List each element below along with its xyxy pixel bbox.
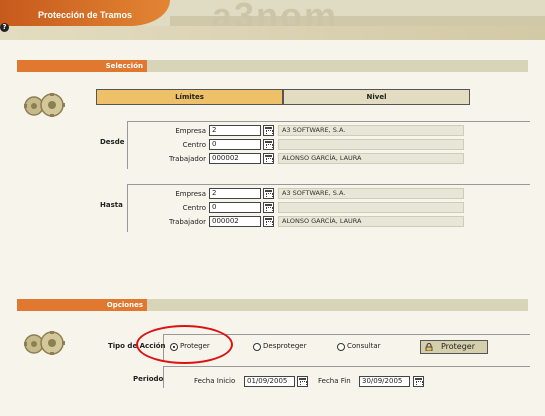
section-title-opciones: Opciones [17, 299, 147, 311]
highlight-oval [136, 325, 233, 364]
question-icon[interactable]: ? [0, 23, 9, 32]
fecha-fin-label: Fecha Fin [318, 377, 351, 385]
proteger-button-label: Proteger [440, 342, 475, 351]
app-header: a3nom Protección de Tramos [0, 0, 545, 26]
hasta-empresa-desc: A3 SOFTWARE, S.A. [278, 188, 464, 199]
radio-consultar-label[interactable]: Consultar [347, 342, 381, 351]
hasta-trabajador-desc: ALONSO GARCÍA, LAURA [278, 216, 464, 227]
empresa-label: Empresa [175, 190, 206, 198]
subheader-band [0, 26, 545, 40]
desde-label: Desde [100, 138, 125, 146]
periodo-label: Periodo [133, 375, 164, 383]
hasta-trabajador-input[interactable]: 000002 [209, 216, 261, 227]
lookup-icon[interactable] [263, 202, 274, 213]
trabajador-label: Trabajador [169, 155, 206, 163]
hasta-label: Hasta [100, 201, 123, 209]
radio-desproteger-label[interactable]: Desproteger [263, 342, 306, 351]
desde-centro-input[interactable]: 0 [209, 139, 261, 150]
desde-empresa-desc: A3 SOFTWARE, S.A. [278, 125, 464, 136]
section-bar-seleccion: Selección [17, 60, 528, 72]
lookup-icon[interactable] [263, 125, 274, 136]
desde-trabajador-desc: ALONSO GARCÍA, LAURA [278, 153, 464, 164]
gears-icon [24, 331, 65, 355]
lookup-icon[interactable] [263, 153, 274, 164]
desde-empresa-input[interactable]: 2 [209, 125, 261, 136]
divider [163, 366, 530, 367]
fecha-fin-input[interactable]: 30/09/2005 [359, 376, 410, 387]
proteger-button[interactable]: Proteger [420, 340, 488, 354]
lookup-icon[interactable] [263, 139, 274, 150]
section-bar-opciones: Opciones [17, 299, 528, 311]
lock-icon [425, 343, 433, 351]
tab-nivel[interactable]: Nivel [283, 89, 470, 105]
fecha-inicio-input[interactable]: 01/09/2005 [244, 376, 295, 387]
calendar-icon[interactable] [413, 376, 424, 387]
hasta-centro-input[interactable]: 0 [209, 202, 261, 213]
hasta-empresa-input[interactable]: 2 [209, 188, 261, 199]
hasta-centro-desc [278, 202, 464, 213]
radio-desproteger[interactable] [253, 343, 261, 351]
desde-centro-desc [278, 139, 464, 150]
desde-trabajador-input[interactable]: 000002 [209, 153, 261, 164]
tab-limites[interactable]: Límites [96, 89, 283, 105]
centro-label: Centro [182, 204, 206, 212]
gears-icon [24, 93, 65, 117]
brand-logo: a3nom [212, 0, 339, 26]
section-title-seleccion: Selección [17, 60, 147, 72]
calendar-icon[interactable] [297, 376, 308, 387]
page-title: Protección de Tramos [38, 10, 133, 20]
radio-consultar[interactable] [337, 343, 345, 351]
lookup-icon[interactable] [263, 216, 274, 227]
trabajador-label: Trabajador [169, 218, 206, 226]
fecha-inicio-label: Fecha Inicio [194, 377, 236, 385]
lookup-icon[interactable] [263, 188, 274, 199]
centro-label: Centro [182, 141, 206, 149]
empresa-label: Empresa [175, 127, 206, 135]
